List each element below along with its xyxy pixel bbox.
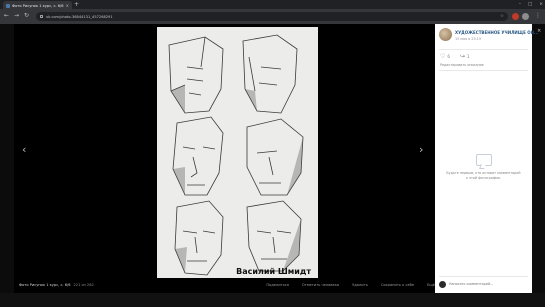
share-button[interactable]: ↪ 1 — [460, 53, 470, 60]
divider — [439, 70, 528, 71]
back-button[interactable]: ← — [4, 12, 9, 20]
save-action[interactable]: Сохранить к себе — [381, 283, 414, 287]
author-block: ХУДОЖЕСТВЕННОЕ УЧИЛИЩЕ ОН... 15 мая в 23… — [439, 28, 539, 41]
reactions-row: ♡ 6 ↪ 1 — [440, 53, 470, 60]
window-controls: – □ × — [519, 0, 543, 9]
url-text[interactable]: vk.com/photo-36844131_457268291 — [46, 15, 497, 19]
comments-icon — [475, 154, 492, 166]
browser-titlebar: Фото Рисунок 1 курс, с. 6/6 × + – □ × — [0, 0, 545, 10]
minimize-button[interactable]: – — [519, 0, 521, 9]
comment-input[interactable] — [449, 282, 528, 286]
divider — [439, 49, 528, 50]
profile-avatar-icon[interactable] — [522, 13, 529, 20]
author-avatar[interactable] — [439, 28, 452, 41]
photo-info-panel: ХУДОЖЕСТВЕННОЕ УЧИЛИЩЕ ОН... 15 мая в 23… — [435, 24, 539, 293]
next-photo-arrow[interactable]: › — [419, 144, 423, 156]
empty-comments: Будьте первым, кто оставит комментарий к… — [445, 154, 522, 181]
bottom-strip — [0, 293, 545, 307]
like-button[interactable]: ♡ 6 — [440, 53, 450, 60]
tab-title: Фото Рисунок 1 курс, с. 6/6 — [12, 3, 64, 8]
lock-icon — [40, 15, 43, 18]
photo-viewer-overlay: Василий Шмидт ‹ › Фото Рисунок 1 курс, с… — [0, 24, 545, 307]
address-bar[interactable]: vk.com/photo-36844131_457268291 ☆ — [36, 12, 508, 21]
heart-icon: ♡ — [440, 53, 446, 60]
close-viewer-icon[interactable]: × — [537, 28, 541, 34]
empty-comments-text: Будьте первым, кто оставит комментарий к… — [446, 171, 521, 180]
delete-action[interactable]: Удалить — [352, 283, 368, 287]
browser-menu-icon[interactable]: ⋮ — [535, 12, 541, 20]
star-icon[interactable]: ☆ — [500, 14, 504, 19]
previous-photo-arrow[interactable]: ‹ — [22, 144, 26, 156]
share-count: 1 — [466, 54, 470, 59]
photo-dimensions: 221 из 282 — [73, 282, 94, 287]
share-icon: ↪ — [459, 53, 465, 60]
tag-person-action[interactable]: Отметить человека — [302, 283, 339, 287]
head-drawings-image — [168, 34, 304, 276]
like-count: 6 — [447, 54, 450, 59]
author-name[interactable]: ХУДОЖЕСТВЕННОЕ УЧИЛИЩЕ ОН... — [455, 30, 539, 35]
vk-favicon — [6, 3, 10, 8]
maximize-button[interactable]: □ — [528, 0, 532, 9]
user-avatar — [439, 280, 446, 288]
share-action[interactable]: Поделиться — [266, 283, 289, 287]
album-info[interactable]: Фото Рисунок 1 курс, с. 6/6 — [19, 283, 71, 287]
window-close-button[interactable]: × — [539, 0, 543, 9]
photo-actions-bar: Фото Рисунок 1 курс, с. 6/6 221 из 282 П… — [14, 278, 435, 291]
forward-button[interactable]: → — [14, 12, 19, 20]
post-date[interactable]: 15 мая в 23:19 — [455, 37, 539, 41]
tab-close-icon[interactable]: × — [66, 3, 69, 8]
comment-composer — [439, 278, 528, 290]
reload-button[interactable]: ↻ — [24, 12, 29, 20]
artist-signature: Василий Шмидт — [236, 267, 311, 276]
photo[interactable]: Василий Шмидт — [157, 27, 318, 278]
extension-icon[interactable] — [512, 13, 519, 20]
divider — [439, 276, 528, 277]
more-action[interactable]: Ещё — [427, 283, 435, 287]
photo-viewer: Василий Шмидт ‹ › — [14, 24, 435, 293]
browser-toolbar: ← → ↻ vk.com/photo-36844131_457268291 ☆ … — [0, 9, 545, 24]
edit-description-link[interactable]: Редактировать описание — [440, 63, 484, 67]
new-tab-button[interactable]: + — [74, 1, 79, 8]
